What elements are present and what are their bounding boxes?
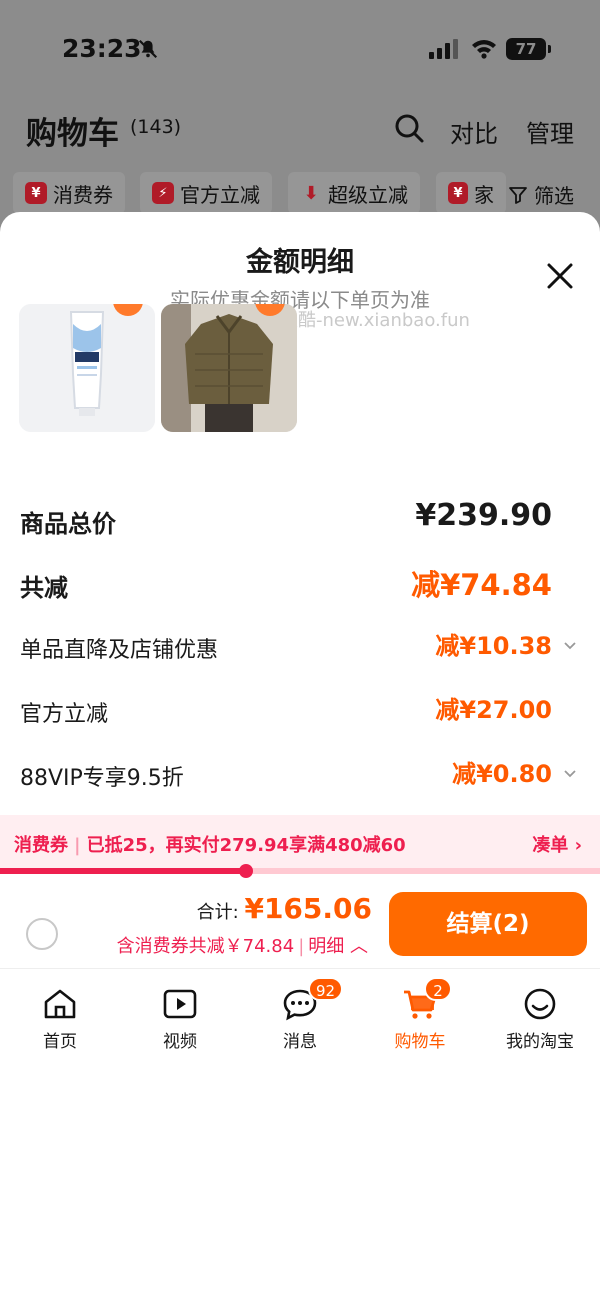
coupon-icon: ¥ xyxy=(25,182,47,204)
page-title: 购物车 xyxy=(26,116,119,152)
chip-label: 消费券 xyxy=(53,182,113,207)
chip-label: 官方立减 xyxy=(180,182,260,207)
amount-row-value: 减¥10.38 xyxy=(435,632,552,660)
chip-official-discount[interactable]: ⚡ 官方立减 xyxy=(140,172,272,214)
amount-row-label: 88VIP专享9.5折 xyxy=(20,760,184,792)
amount-row-value: 减¥74.84 xyxy=(411,568,552,602)
unread-badge: 92 xyxy=(308,977,344,1001)
manage-button[interactable]: 管理 xyxy=(526,114,574,149)
amount-row: 官方立减 减¥27.00 xyxy=(20,690,580,730)
sheet-title: 金额明细 xyxy=(246,247,354,278)
filter-button[interactable]: 筛选 xyxy=(508,180,574,209)
select-all-checkbox[interactable] xyxy=(26,918,58,950)
amount-row-label: 商品总价 xyxy=(20,504,116,539)
amount-row-label: 官方立减 xyxy=(20,696,108,728)
amount-row[interactable]: 88VIP专享9.5折 减¥0.80 xyxy=(20,754,580,794)
tab-messages[interactable]: 92 消息 xyxy=(240,977,360,1052)
home-icon xyxy=(44,989,76,1019)
coupon-tag: 消费券 xyxy=(14,835,68,856)
total-amount: ¥165.06 xyxy=(244,892,372,925)
coupon-progress-text: 已抵25，再实付279.94享满480减60 xyxy=(86,835,406,856)
amount-row-label: 共减 xyxy=(20,568,68,603)
tab-label: 视频 xyxy=(163,1032,197,1052)
search-icon[interactable] xyxy=(393,112,425,144)
amount-row: 共减 减¥74.84 xyxy=(20,562,580,602)
row-label-text: 88VIP专享9.5折 xyxy=(20,766,184,791)
amount-detail-sheet: 金额明细 实际优惠金额请以下单页为准 线报酷-new.xianbao.fun 商… xyxy=(0,212,600,1304)
tab-label: 购物车 xyxy=(394,1032,446,1052)
amount-row-label: 单品直降及店铺优惠 xyxy=(20,632,218,664)
funnel-icon xyxy=(509,186,527,204)
checkout-bar: 合计: ¥165.06 含消费券共减￥74.84 | 明细 ︿ 结算(2) xyxy=(0,880,600,972)
savings-line[interactable]: 含消费券共减￥74.84 | 明细 ︿ xyxy=(117,932,368,958)
battery-indicator: 77 xyxy=(506,38,551,60)
divider: | xyxy=(74,835,81,856)
chevron-right-icon: › xyxy=(568,835,582,856)
add-items-link[interactable]: 凑单 › xyxy=(532,831,582,857)
toothpaste-image xyxy=(19,304,155,432)
progress-knob xyxy=(239,864,253,878)
chip-home[interactable]: ¥ 家 xyxy=(436,172,506,214)
tab-video[interactable]: 视频 xyxy=(120,987,240,1052)
tab-label: 首页 xyxy=(43,1032,77,1052)
jacket-image xyxy=(161,304,297,432)
video-icon xyxy=(163,989,197,1019)
savings-text: 含消费券共减￥74.84 xyxy=(116,936,295,957)
chip-label: 家 xyxy=(474,182,494,207)
amount-row[interactable]: 单品直降及店铺优惠 减¥10.38 xyxy=(20,626,580,666)
add-items-label: 凑单 xyxy=(532,835,569,856)
coupon-icon: ¥ xyxy=(448,182,468,204)
coupon-progress-bar xyxy=(0,864,600,878)
product-thumbnail[interactable] xyxy=(161,304,297,432)
tab-cart[interactable]: 2 购物车 xyxy=(360,977,480,1052)
lightning-icon: ⚡ xyxy=(152,182,174,204)
amount-row-value: ¥239.90 xyxy=(415,498,552,533)
chip-super-discount[interactable]: ⬇ 超级立减 xyxy=(288,172,420,214)
cart-badge: 2 xyxy=(424,977,452,1001)
wifi-icon xyxy=(472,40,496,59)
coupon-strip[interactable]: 消费券 | 已抵25，再实付279.94享满480减60 凑单 › xyxy=(0,815,600,871)
close-icon[interactable] xyxy=(544,260,576,292)
row-label-text: 官方立减 xyxy=(20,702,109,727)
chevron-down-icon[interactable] xyxy=(562,638,578,654)
cart-header: 购物车 (143) 对比 管理 xyxy=(0,100,600,160)
signal-icon xyxy=(429,39,458,59)
checkout-button[interactable]: 结算(2) xyxy=(389,892,587,956)
detail-toggle[interactable]: 明细 xyxy=(308,936,344,957)
row-label-text: 商品总价 xyxy=(20,510,116,538)
bell-muted-icon xyxy=(138,39,158,59)
bottom-tab-bar: 首页 视频 92 消息 2 购物车 我的淘宝 xyxy=(0,968,600,1092)
coupon-strip-text: 消费券 | 已抵25，再实付279.94享满480减60 xyxy=(14,831,406,857)
total-line: 合计: ¥165.06 xyxy=(197,892,372,925)
arrow-down-icon: ⬇ xyxy=(303,182,319,204)
chip-label: 超级立减 xyxy=(328,182,408,207)
progress-fill xyxy=(0,868,246,874)
chevron-down-icon[interactable] xyxy=(562,766,578,782)
divider: | xyxy=(298,936,305,957)
clock: 23:23 xyxy=(62,34,142,63)
tab-profile[interactable]: 我的淘宝 xyxy=(480,987,600,1052)
row-label-text: 共减 xyxy=(20,574,68,602)
amount-row-value: 减¥0.80 xyxy=(452,760,552,788)
compare-button[interactable]: 对比 xyxy=(450,114,498,149)
chip-coupon[interactable]: ¥ 消费券 xyxy=(13,172,125,214)
filter-label: 筛选 xyxy=(534,184,574,208)
product-thumbnail[interactable] xyxy=(19,304,155,432)
total-label: 合计: xyxy=(196,902,239,923)
status-bar: 23:23 77 xyxy=(0,0,600,96)
amount-row: 商品总价 ¥239.90 xyxy=(20,498,580,538)
chevron-up-icon: ︿ xyxy=(344,936,368,957)
row-label-text: 单品直降及店铺优惠 xyxy=(20,638,219,663)
amount-row-value: 减¥27.00 xyxy=(435,696,552,724)
tab-label: 我的淘宝 xyxy=(506,1032,574,1052)
tab-label: 消息 xyxy=(283,1032,317,1052)
profile-icon xyxy=(524,988,556,1020)
tab-home[interactable]: 首页 xyxy=(0,987,120,1052)
cart-count: (143) xyxy=(130,116,182,138)
